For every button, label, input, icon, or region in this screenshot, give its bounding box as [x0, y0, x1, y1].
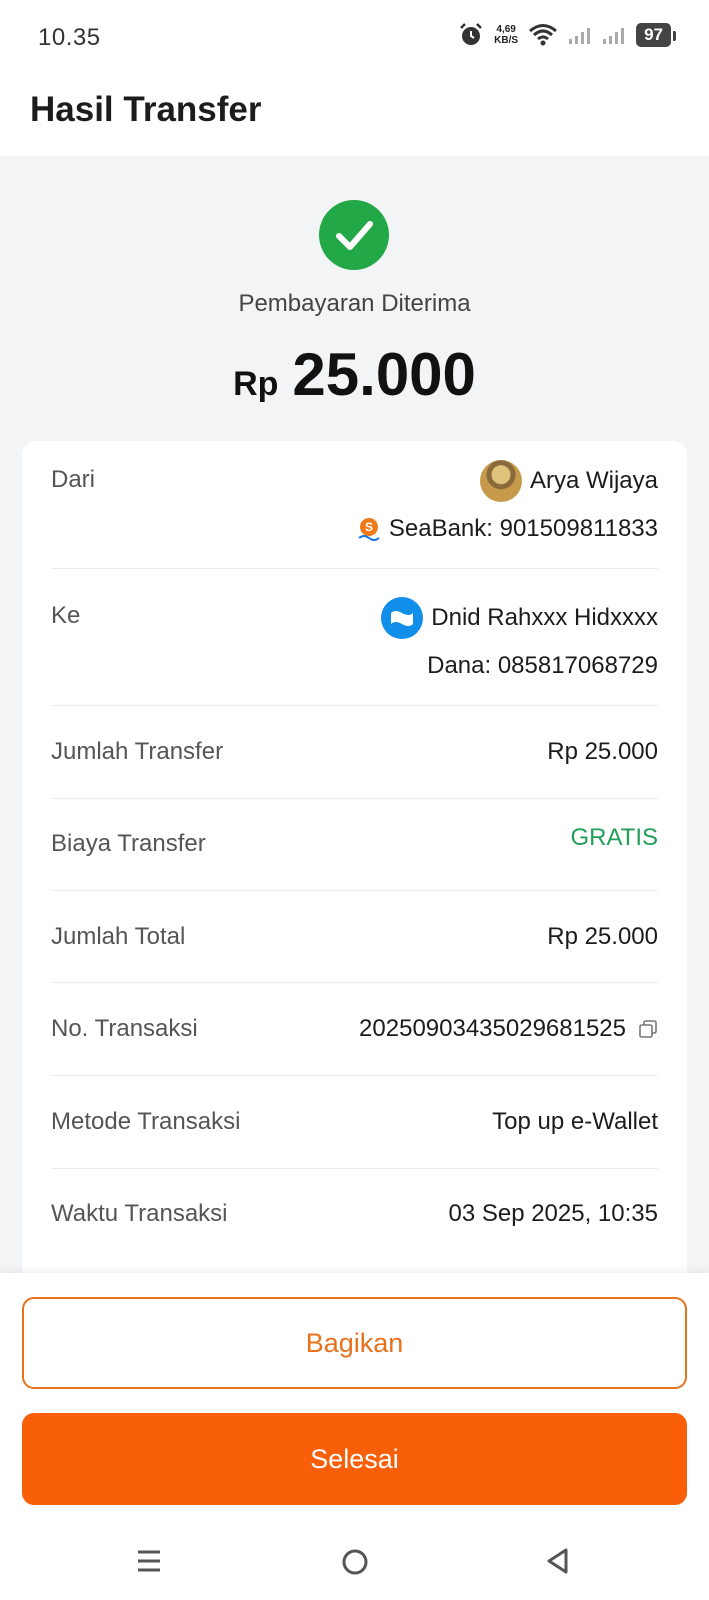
- status-bar: 10.35 4,69 KB/S 97: [0, 0, 709, 78]
- detail-label: No. Transaksi: [51, 1015, 198, 1042]
- page-title: Hasil Transfer: [30, 90, 262, 129]
- amount-value: 25.000: [292, 341, 476, 408]
- menu-icon[interactable]: [136, 1548, 162, 1574]
- status-icons: 4,69 KB/S 97: [458, 22, 676, 48]
- detail-row: Waktu Transaksi 03 Sep 2025, 10:35: [51, 1200, 658, 1232]
- divider: [51, 1075, 658, 1076]
- detail-label: Dari: [51, 466, 96, 493]
- done-button[interactable]: Selesai: [22, 1413, 687, 1505]
- divider: [51, 705, 658, 706]
- detail-row: Jumlah Transfer Rp 25.000: [51, 738, 658, 770]
- success-check-icon: [319, 200, 389, 270]
- detail-value: Rp 25.000: [547, 923, 658, 950]
- svg-text:S: S: [365, 520, 373, 534]
- back-icon[interactable]: [545, 1547, 571, 1575]
- signal-icon: [569, 28, 591, 44]
- wifi-icon: [529, 24, 558, 46]
- recipient-account: Dana: 085817068729: [427, 652, 658, 679]
- detail-label: Biaya Transfer: [51, 830, 206, 857]
- dana-icon: [381, 597, 424, 639]
- detail-label: Jumlah Total: [51, 923, 186, 950]
- seabank-icon: S: [358, 518, 380, 541]
- status-time: 10.35: [38, 24, 101, 51]
- net-speed-value: 4,69: [496, 24, 516, 35]
- detail-value: Top up e-Wallet: [492, 1108, 658, 1135]
- detail-row: Jumlah Total Rp 25.000: [51, 923, 658, 955]
- detail-row: Metode Transaksi Top up e-Wallet: [51, 1108, 658, 1140]
- detail-value: Rp 25.000: [547, 738, 658, 765]
- signal-icon: [603, 28, 625, 44]
- sender-account-group: S SeaBank: 901509811833: [357, 515, 658, 543]
- transaction-id-group: 20250903435029681525: [359, 1015, 658, 1043]
- share-button[interactable]: Bagikan: [22, 1297, 687, 1389]
- battery-icon: 97: [636, 23, 676, 47]
- fee-value: GRATIS: [570, 824, 658, 851]
- detail-label: Metode Transaksi: [51, 1108, 241, 1135]
- recipient-name-group: Dnid Rahxxx Hidxxxx: [381, 597, 658, 639]
- detail-value: 03 Sep 2025, 10:35: [448, 1200, 658, 1227]
- home-icon[interactable]: [341, 1548, 369, 1576]
- recipient-name: Dnid Rahxxx Hidxxxx: [431, 604, 658, 631]
- transaction-id: 20250903435029681525: [359, 1015, 626, 1042]
- detail-label: Jumlah Transfer: [51, 738, 224, 765]
- divider: [51, 798, 658, 799]
- detail-row: Biaya Transfer GRATIS: [51, 824, 658, 862]
- sender-account: SeaBank: 901509811833: [388, 515, 658, 542]
- divider: [51, 568, 658, 569]
- net-speed: 4,69 KB/S: [494, 24, 518, 46]
- sender-name: Arya Wijaya: [529, 467, 658, 494]
- sender-name-group: Arya Wijaya: [479, 460, 658, 502]
- payment-status: Pembayaran Diterima: [238, 290, 471, 317]
- detail-row-to: Ke Dnid Rahxxx Hidxxxx Dana: 08581706872…: [51, 597, 658, 682]
- detail-label: Waktu Transaksi: [51, 1200, 228, 1227]
- copy-icon[interactable]: [638, 1019, 658, 1039]
- detail-row-from: Dari Arya Wijaya S SeaBank: 901509811833: [51, 460, 658, 546]
- net-speed-unit: KB/S: [494, 35, 519, 46]
- divider: [51, 982, 658, 983]
- transfer-details-card: [22, 441, 687, 1301]
- amount-currency: Rp: [233, 365, 279, 403]
- divider: [51, 890, 658, 891]
- alarm-icon: [460, 23, 483, 45]
- detail-label: Ke: [51, 602, 81, 629]
- amount-display: Rp 25.000: [0, 340, 709, 409]
- system-nav-bar: [0, 1530, 709, 1600]
- divider: [51, 1168, 658, 1169]
- detail-row: No. Transaksi 20250903435029681525: [51, 1015, 658, 1047]
- avatar: [479, 460, 522, 502]
